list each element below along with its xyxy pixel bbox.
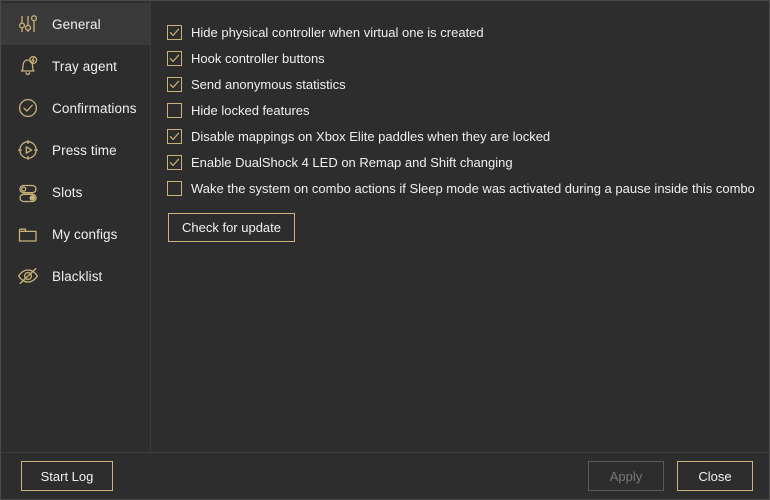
checkbox-checked-icon[interactable] <box>167 76 182 92</box>
footer-bar: Start Log Apply Close <box>1 452 769 499</box>
sidebar-item-label: Press time <box>52 142 117 158</box>
sidebar-item-blacklist[interactable]: Blacklist <box>1 255 150 297</box>
settings-window: General Tray agent Confirmations Press t… <box>0 0 770 500</box>
sidebar: General Tray agent Confirmations Press t… <box>1 1 151 452</box>
sidebar-item-label: General <box>52 16 101 32</box>
checkbox-unchecked-icon[interactable] <box>167 180 182 196</box>
folder-icon <box>13 219 43 249</box>
window-body: General Tray agent Confirmations Press t… <box>1 1 769 452</box>
sidebar-item-confirmations[interactable]: Confirmations <box>1 87 150 129</box>
option-label: Hide physical controller when virtual on… <box>191 24 484 40</box>
option-label: Wake the system on combo actions if Slee… <box>191 180 755 196</box>
option-label: Enable DualShock 4 LED on Remap and Shif… <box>191 154 513 170</box>
checkbox-checked-icon[interactable] <box>167 50 182 66</box>
sidebar-item-general[interactable]: General <box>1 3 150 45</box>
sidebar-item-tray-agent[interactable]: Tray agent <box>1 45 150 87</box>
option-enable-dualshock-led[interactable]: Enable DualShock 4 LED on Remap and Shif… <box>167 149 755 175</box>
sliders-icon <box>13 9 43 39</box>
sidebar-item-my-configs[interactable]: My configs <box>1 213 150 255</box>
start-log-button[interactable]: Start Log <box>21 461 113 491</box>
option-disable-xbox-elite-paddles[interactable]: Disable mappings on Xbox Elite paddles w… <box>167 123 755 149</box>
option-label: Hide locked features <box>191 102 310 118</box>
option-hide-locked-features[interactable]: Hide locked features <box>167 97 755 123</box>
close-button[interactable]: Close <box>677 461 753 491</box>
sidebar-item-label: Tray agent <box>52 58 118 74</box>
sidebar-item-label: My configs <box>52 226 118 242</box>
stopwatch-icon <box>13 135 43 165</box>
apply-button[interactable]: Apply <box>588 461 664 491</box>
checkbox-checked-icon[interactable] <box>167 154 182 170</box>
toggles-icon <box>13 177 43 207</box>
option-label: Hook controller buttons <box>191 50 325 66</box>
check-for-update-button[interactable]: Check for update <box>168 213 296 242</box>
option-label: Send anonymous statistics <box>191 76 346 92</box>
option-wake-system-on-combo[interactable]: Wake the system on combo actions if Slee… <box>167 175 755 201</box>
checkbox-checked-icon[interactable] <box>167 24 182 40</box>
sidebar-item-slots[interactable]: Slots <box>1 171 150 213</box>
option-label: Disable mappings on Xbox Elite paddles w… <box>191 128 551 144</box>
checkbox-checked-icon[interactable] <box>167 128 182 144</box>
eye-off-icon <box>13 261 43 291</box>
sidebar-item-label: Confirmations <box>52 100 137 116</box>
checkbox-unchecked-icon[interactable] <box>167 102 182 118</box>
general-settings-panel: Hide physical controller when virtual on… <box>151 1 769 452</box>
option-hook-controller-buttons[interactable]: Hook controller buttons <box>167 45 755 71</box>
sidebar-item-press-time[interactable]: Press time <box>1 129 150 171</box>
option-send-anonymous-statistics[interactable]: Send anonymous statistics <box>167 71 755 97</box>
sidebar-item-label: Slots <box>52 184 83 200</box>
check-circle-icon <box>13 93 43 123</box>
sidebar-item-label: Blacklist <box>52 268 103 284</box>
option-hide-physical-controller[interactable]: Hide physical controller when virtual on… <box>167 19 755 45</box>
bell-icon <box>13 51 43 81</box>
